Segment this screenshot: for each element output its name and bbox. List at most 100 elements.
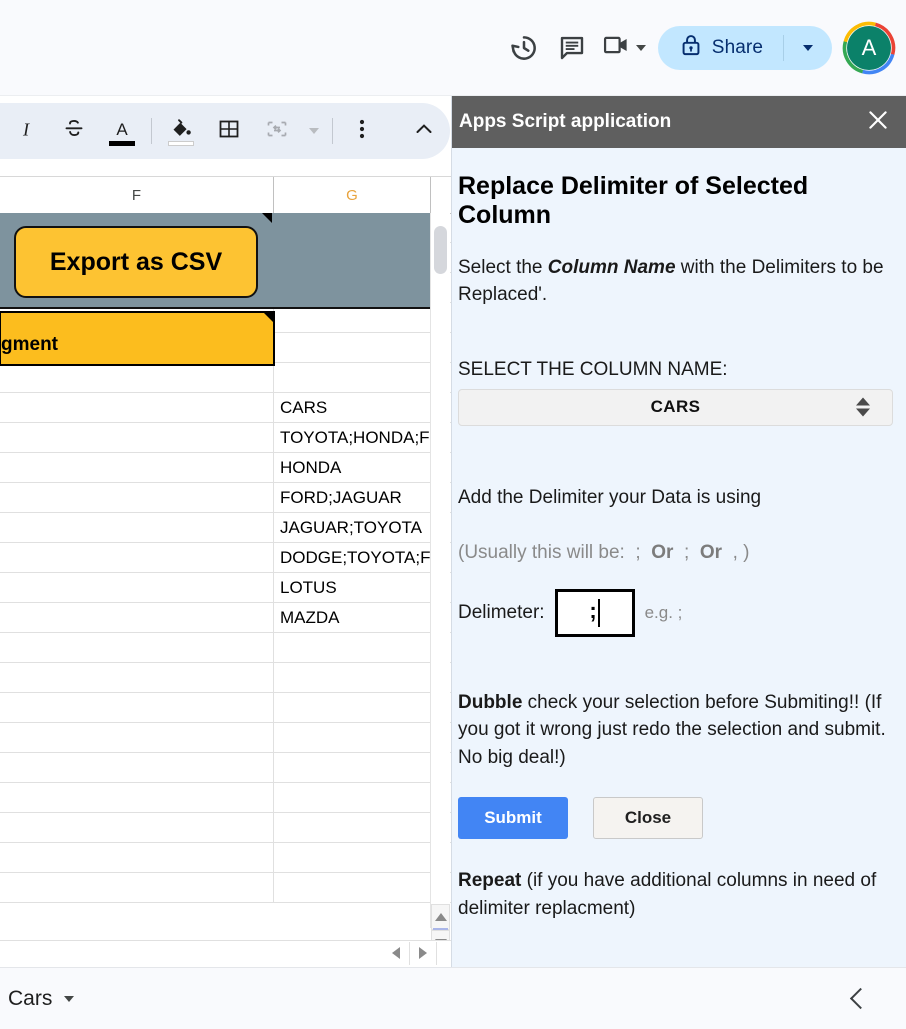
table-row[interactable]: JAGUAR;TOYOTA xyxy=(0,513,451,543)
table-row[interactable]: LOTUS xyxy=(0,573,451,603)
app-root: I A F G CARS TOYOTA;HONDA;F HONDA FORD;J… xyxy=(0,0,906,1029)
grid-cell-g[interactable]: JAGUAR;TOYOTA xyxy=(274,513,431,542)
grid-cell-f[interactable] xyxy=(0,873,274,902)
merge-cells-button[interactable] xyxy=(253,107,301,155)
grid-cell-f[interactable] xyxy=(0,513,274,542)
grid-cell-g[interactable]: DODGE;TOYOTA;F xyxy=(274,543,431,572)
table-row[interactable]: TOYOTA;HONDA;F xyxy=(0,423,451,453)
grid-cell-f[interactable] xyxy=(0,843,274,872)
grid-cell-f[interactable] xyxy=(0,813,274,842)
scroll-right-button[interactable] xyxy=(410,941,437,965)
table-row[interactable]: HONDA xyxy=(0,453,451,483)
grid-cell-f[interactable] xyxy=(0,633,274,662)
share-button[interactable]: Share xyxy=(657,25,832,70)
grid-cell-f[interactable] xyxy=(0,723,274,752)
chevron-down-icon[interactable] xyxy=(64,995,75,1002)
grid-cell-g[interactable] xyxy=(274,843,431,872)
grid-cell-f[interactable] xyxy=(0,393,274,422)
merge-cells-icon xyxy=(265,117,289,146)
sheet-tab-cars[interactable]: Cars xyxy=(0,986,75,1011)
strikethrough-button[interactable] xyxy=(50,107,98,155)
collapse-sidebar-button[interactable] xyxy=(849,968,872,1029)
table-row[interactable] xyxy=(0,363,451,393)
table-row[interactable]: DODGE;TOYOTA;F xyxy=(0,543,451,573)
table-row[interactable] xyxy=(0,873,451,903)
avatar[interactable]: A xyxy=(842,21,896,75)
collapse-toolbar-button[interactable] xyxy=(400,107,448,155)
grid-cell-g[interactable] xyxy=(274,663,431,692)
selected-cell-segment[interactable]: gment xyxy=(0,311,275,366)
table-row[interactable] xyxy=(0,753,451,783)
table-row[interactable]: CARS xyxy=(0,393,451,423)
grid-cell-f[interactable] xyxy=(0,693,274,722)
grid-cell-f[interactable] xyxy=(0,543,274,572)
scroll-up-button[interactable] xyxy=(431,904,450,930)
grid-cell-g[interactable] xyxy=(274,873,431,902)
grid-cell-g[interactable]: MAZDA xyxy=(274,603,431,632)
table-row[interactable] xyxy=(0,843,451,873)
grid-cell-g[interactable]: LOTUS xyxy=(274,573,431,602)
table-row[interactable]: MAZDA xyxy=(0,603,451,633)
grid-cell-g[interactable]: HONDA xyxy=(274,453,431,482)
column-header-row: F G xyxy=(0,176,451,214)
export-as-csv-label: Export as CSV xyxy=(49,247,223,276)
italic-button[interactable]: I xyxy=(2,107,50,155)
fill-handle-icon[interactable] xyxy=(263,312,274,323)
vertical-scrollbar[interactable] xyxy=(430,213,450,928)
text-color-button[interactable]: A xyxy=(98,107,146,155)
column-name-select[interactable]: CARS xyxy=(458,388,893,426)
grid-cell-f[interactable] xyxy=(0,603,274,632)
grid-cell-f[interactable] xyxy=(0,363,274,392)
share-dropdown-button[interactable] xyxy=(784,26,832,70)
grid-cell-g[interactable] xyxy=(274,633,431,662)
table-row[interactable] xyxy=(0,663,451,693)
grid-cell-g[interactable] xyxy=(274,333,431,362)
column-header-f[interactable]: F xyxy=(0,177,274,213)
grid-cell-g[interactable] xyxy=(274,723,431,752)
vertical-scrollbar-thumb[interactable] xyxy=(434,226,447,274)
delimiter-input[interactable]: ; xyxy=(554,588,635,637)
table-row[interactable]: FORD;JAGUAR xyxy=(0,483,451,513)
version-history-button[interactable] xyxy=(500,24,548,72)
fill-color-button[interactable] xyxy=(157,107,205,155)
grid-cell-g[interactable] xyxy=(274,753,431,782)
grid-cell-g[interactable]: CARS xyxy=(274,393,431,422)
fill-color-swatch xyxy=(168,141,194,146)
merge-cells-dropdown[interactable] xyxy=(301,107,327,155)
column-header-g[interactable]: G xyxy=(274,177,431,213)
borders-button[interactable] xyxy=(205,107,253,155)
grid-cell-g[interactable] xyxy=(274,783,431,812)
grid-cell-g[interactable] xyxy=(274,363,431,392)
table-row[interactable] xyxy=(0,633,451,663)
grid-cell-g[interactable]: FORD;JAGUAR xyxy=(274,483,431,512)
grid-cell-f[interactable] xyxy=(0,663,274,692)
table-row[interactable] xyxy=(0,693,451,723)
share-main[interactable]: Share xyxy=(658,26,783,70)
grid-cell-f[interactable] xyxy=(0,453,274,482)
table-row[interactable] xyxy=(0,813,451,843)
grid-cell-f[interactable] xyxy=(0,783,274,812)
scroll-left-button[interactable] xyxy=(383,941,410,965)
meet-button-group[interactable] xyxy=(596,24,648,72)
delimiter-row: Delimeter: ; e.g. ; xyxy=(458,588,893,637)
chevron-down-icon xyxy=(309,128,319,134)
grid-cell-f[interactable] xyxy=(0,753,274,782)
grid-cell-g[interactable]: TOYOTA;HONDA;F xyxy=(274,423,431,452)
more-vertical-icon xyxy=(359,117,365,146)
table-row[interactable] xyxy=(0,723,451,753)
borders-icon xyxy=(217,117,241,146)
close-button[interactable] xyxy=(865,107,891,138)
comments-button[interactable] xyxy=(548,24,596,72)
submit-button[interactable]: Submit xyxy=(458,797,568,840)
export-as-csv-button[interactable]: Export as CSV xyxy=(14,226,258,298)
grid-cell-f[interactable] xyxy=(0,573,274,602)
grid-cell-f[interactable] xyxy=(0,423,274,452)
text-color-swatch xyxy=(109,141,135,146)
grid-cell-g[interactable] xyxy=(274,813,431,842)
more-options-button[interactable] xyxy=(338,107,386,155)
table-row[interactable] xyxy=(0,783,451,813)
grid-cell-g[interactable] xyxy=(274,693,431,722)
sheet-tab-label: Cars xyxy=(8,986,53,1010)
close-panel-button[interactable]: Close xyxy=(593,797,703,840)
grid-cell-f[interactable] xyxy=(0,483,274,512)
